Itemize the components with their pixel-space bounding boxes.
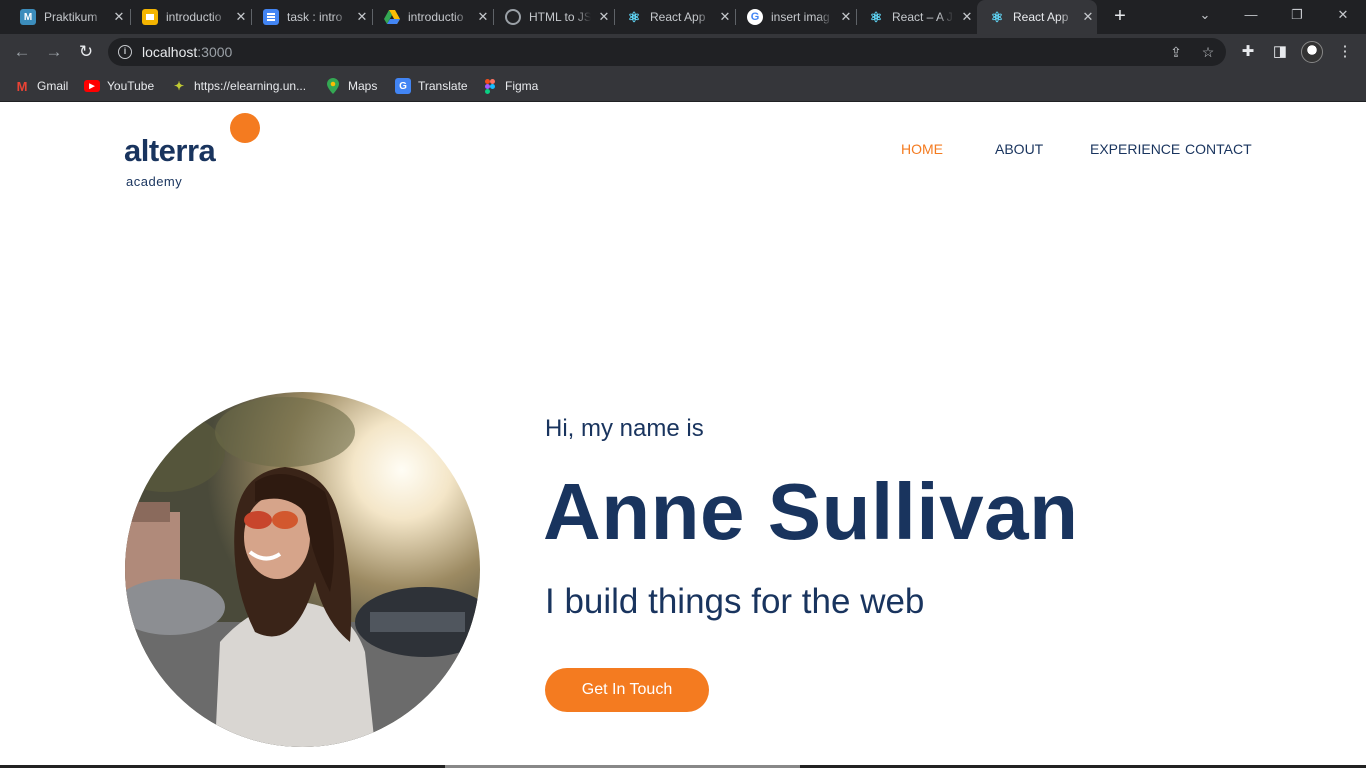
reload-icon[interactable]: ↻ bbox=[74, 40, 98, 64]
hero-greeting: Hi, my name is bbox=[545, 415, 704, 442]
close-icon[interactable]: ✕ bbox=[960, 9, 974, 25]
bookmark-youtube[interactable]: ▶ YouTube bbox=[84, 77, 154, 95]
bookmark-translate[interactable]: G Translate bbox=[395, 77, 468, 95]
new-tab-button[interactable]: + bbox=[1108, 5, 1132, 29]
back-arrow-icon[interactable]: ← bbox=[10, 40, 34, 64]
m-icon: M bbox=[20, 9, 36, 25]
logo-word: alterra bbox=[124, 133, 216, 168]
docs-icon bbox=[263, 9, 279, 25]
tab-title: React App bbox=[650, 10, 706, 24]
browser-toolbar: ← → ↻ i localhost:3000 ⇪ ☆ ✚ ◨ ⋮ bbox=[0, 34, 1366, 70]
tab-title: introductio bbox=[408, 10, 464, 24]
tab-strip: M Praktikum ✕ introductio ✕ task : intro… bbox=[0, 0, 1366, 34]
tab-title: introductio bbox=[166, 10, 222, 24]
react-icon: ⚛ bbox=[627, 8, 641, 25]
nav-experience[interactable]: EXPERIENCE bbox=[1090, 141, 1180, 157]
close-icon[interactable]: ✕ bbox=[355, 9, 369, 25]
elearning-icon: ✦ bbox=[173, 79, 185, 93]
tab-6[interactable]: G insert imag ✕ bbox=[735, 0, 856, 34]
close-icon[interactable]: ✕ bbox=[476, 9, 490, 25]
profile-photo bbox=[125, 392, 480, 747]
page-content: alterra academy HOME ABOUT EXPERIENCE CO… bbox=[0, 103, 1366, 768]
minimize-button[interactable]: — bbox=[1228, 0, 1274, 34]
globe-icon bbox=[505, 9, 521, 25]
share-icon[interactable]: ⇪ bbox=[1166, 42, 1186, 62]
nav-contact[interactable]: CONTACT bbox=[1185, 141, 1252, 157]
close-icon[interactable]: ✕ bbox=[839, 9, 853, 25]
address-bar[interactable]: i localhost:3000 ⇪ ☆ bbox=[108, 38, 1226, 66]
bookmarks-bar: M Gmail ▶ YouTube ✦ https://elearning.un… bbox=[0, 70, 1366, 102]
hero-name: Anne Sullivan bbox=[543, 467, 1079, 556]
logo-dot bbox=[230, 113, 260, 143]
slides-icon bbox=[142, 9, 158, 25]
tab-4[interactable]: HTML to JS ✕ bbox=[493, 0, 614, 34]
tab-title: task : intro bbox=[287, 10, 343, 24]
react-icon: ⚛ bbox=[990, 8, 1004, 25]
tab-title: React – A J bbox=[892, 10, 953, 24]
bookmark-label: Translate bbox=[418, 79, 468, 93]
close-window-button[interactable]: ✕ bbox=[1320, 0, 1366, 34]
tab-0[interactable]: M Praktikum ✕ bbox=[8, 0, 129, 34]
bookmark-label: Figma bbox=[505, 79, 539, 93]
tab-1[interactable]: introductio ✕ bbox=[130, 0, 251, 34]
get-in-touch-button[interactable]: Get In Touch bbox=[545, 668, 709, 712]
nav-about[interactable]: ABOUT bbox=[995, 141, 1043, 157]
alterra-logo[interactable]: alterra academy bbox=[124, 113, 264, 189]
tab-title: Praktikum bbox=[44, 10, 98, 24]
url-text[interactable]: localhost:3000 bbox=[142, 44, 232, 60]
close-icon[interactable]: ✕ bbox=[234, 9, 248, 25]
react-icon: ⚛ bbox=[869, 8, 883, 25]
maps-icon bbox=[325, 78, 341, 94]
figma-icon bbox=[482, 78, 498, 94]
close-icon[interactable]: ✕ bbox=[1081, 9, 1095, 25]
bookmark-figma[interactable]: Figma bbox=[482, 77, 538, 95]
bookmark-elearning[interactable]: ✦ https://elearning.un... bbox=[171, 77, 306, 95]
bookmark-label: Maps bbox=[348, 79, 378, 93]
extensions-puzzle-icon[interactable]: ✚ bbox=[1238, 42, 1258, 62]
logo-subtitle: academy bbox=[126, 174, 183, 189]
tab-title: React App bbox=[1013, 10, 1069, 24]
hero-tagline: I build things for the web bbox=[545, 582, 925, 621]
drive-icon bbox=[384, 9, 400, 25]
tab-search-icon[interactable]: ⌄ bbox=[1182, 0, 1228, 34]
star-icon[interactable]: ☆ bbox=[1198, 42, 1218, 62]
tab-5[interactable]: ⚛ React App ✕ bbox=[614, 0, 735, 34]
bookmark-label: https://elearning.un... bbox=[194, 79, 307, 93]
nav-home[interactable]: HOME bbox=[901, 141, 943, 157]
tab-7[interactable]: ⚛ React – A J ✕ bbox=[856, 0, 977, 34]
tab-title: insert imag bbox=[771, 10, 830, 24]
tab-title: HTML to JS bbox=[529, 10, 591, 24]
gmail-icon: M bbox=[16, 78, 28, 94]
info-icon[interactable]: i bbox=[118, 45, 132, 59]
profile-avatar[interactable] bbox=[1301, 41, 1323, 63]
kebab-menu-icon[interactable]: ⋮ bbox=[1335, 42, 1355, 62]
bookmark-maps[interactable]: Maps bbox=[325, 77, 377, 95]
bookmark-gmail[interactable]: M Gmail bbox=[14, 77, 69, 95]
youtube-icon: ▶ bbox=[84, 80, 100, 92]
forward-arrow-icon[interactable]: → bbox=[42, 40, 66, 64]
translate-icon: G bbox=[395, 78, 411, 94]
side-panel-icon[interactable]: ◨ bbox=[1270, 42, 1290, 62]
tab-2[interactable]: task : intro ✕ bbox=[251, 0, 372, 34]
google-icon: G bbox=[747, 9, 763, 25]
tab-8-active[interactable]: ⚛ React App ✕ bbox=[977, 0, 1097, 34]
restore-button[interactable]: ❐ bbox=[1274, 0, 1320, 34]
bookmark-label: Gmail bbox=[37, 79, 69, 93]
close-icon[interactable]: ✕ bbox=[718, 9, 732, 25]
close-icon[interactable]: ✕ bbox=[112, 9, 126, 25]
close-icon[interactable]: ✕ bbox=[597, 9, 611, 25]
tab-3[interactable]: introductio ✕ bbox=[372, 0, 493, 34]
bookmark-label: YouTube bbox=[107, 79, 155, 93]
